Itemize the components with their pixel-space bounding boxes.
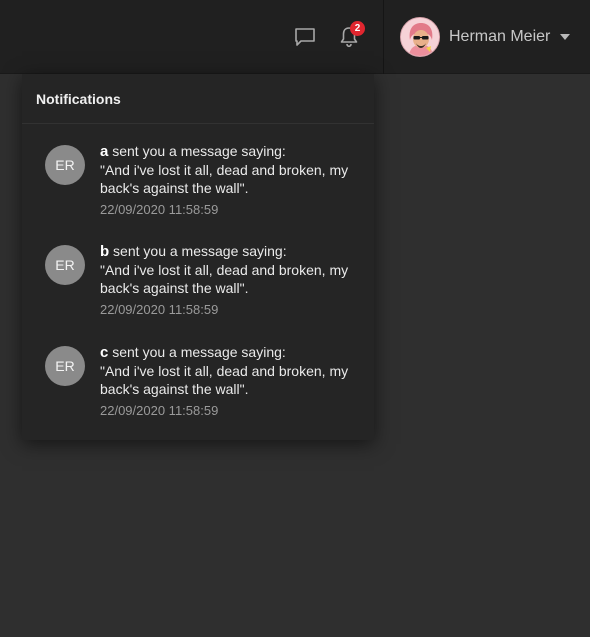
notification-message: "And i've lost it all, dead and broken, …	[100, 262, 349, 296]
sender-avatar: ER	[45, 145, 85, 185]
notification-action: sent you a message saying:	[108, 344, 286, 360]
notification-count-badge: 2	[350, 21, 365, 36]
user-name: Herman Meier	[449, 28, 551, 45]
notification-body: c sent you a message saying: "And i've l…	[100, 343, 360, 420]
notification-message: "And i've lost it all, dead and broken, …	[100, 363, 349, 397]
notification-item[interactable]: ER c sent you a message saying: "And i'v…	[22, 343, 374, 436]
notification-timestamp: 22/09/2020 11:58:59	[100, 302, 219, 317]
caret-down-icon	[560, 34, 571, 40]
notification-action: sent you a message saying:	[108, 143, 286, 159]
sender-avatar: ER	[45, 346, 85, 386]
notification-body: b sent you a message saying: "And i've l…	[100, 242, 360, 319]
notification-body: a sent you a message saying: "And i've l…	[100, 142, 360, 219]
header-divider	[383, 0, 384, 74]
top-bar: 2 Herman Meier	[0, 0, 590, 74]
notification-text: a sent you a message saying:	[100, 142, 360, 161]
user-avatar	[400, 17, 440, 57]
notification-text: b sent you a message saying:	[100, 242, 360, 261]
notification-action: sent you a message saying:	[109, 243, 287, 259]
sender-name: b	[100, 243, 110, 260]
chat-button[interactable]	[292, 24, 318, 50]
sender-avatar: ER	[45, 245, 85, 285]
notifications-title: Notifications	[36, 91, 121, 107]
notifications-panel: Notifications ER a sent you a message sa…	[22, 74, 374, 440]
notification-item[interactable]: ER b sent you a message saying: "And i'v…	[22, 242, 374, 335]
notification-text: c sent you a message saying:	[100, 343, 360, 362]
notifications-button[interactable]: 2	[336, 21, 365, 50]
notifications-header: Notifications	[22, 74, 374, 124]
notification-item[interactable]: ER a sent you a message saying: "And i'v…	[22, 142, 374, 235]
notification-message: "And i've lost it all, dead and broken, …	[100, 162, 349, 196]
notification-timestamp: 22/09/2020 11:58:59	[100, 403, 219, 418]
notification-timestamp: 22/09/2020 11:58:59	[100, 202, 219, 217]
user-menu[interactable]: Herman Meier	[400, 17, 571, 57]
chat-icon	[295, 28, 315, 46]
